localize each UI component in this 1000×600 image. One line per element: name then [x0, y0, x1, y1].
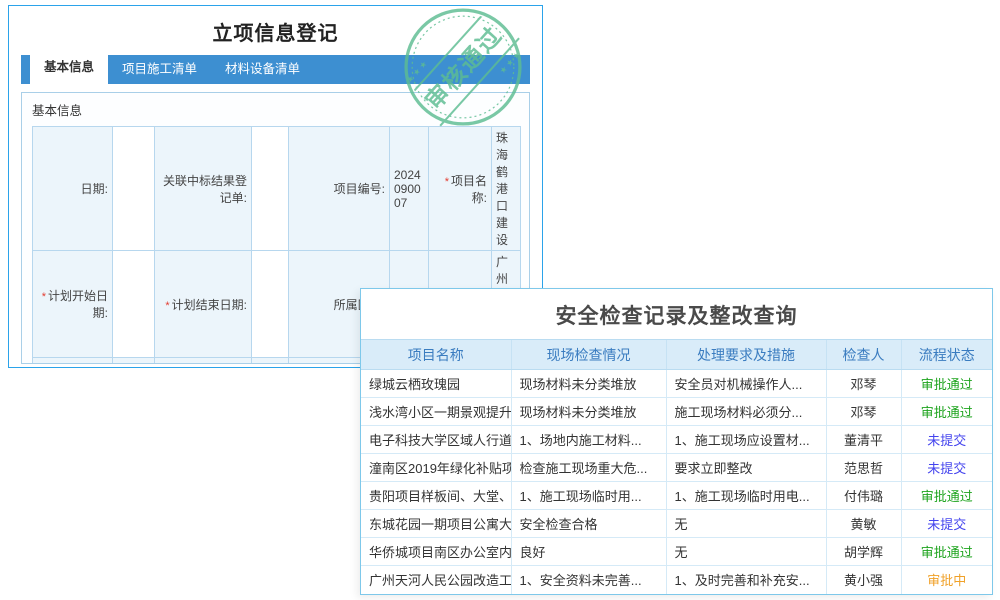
required-asterisk: * — [42, 291, 46, 303]
inspection-cell: 现场材料未分类堆放 — [511, 398, 666, 426]
table-row: 华侨城项目南区办公室内 良好 无 胡学辉 审批通过 — [361, 538, 992, 566]
required-asterisk: * — [165, 300, 169, 312]
safety-header-row: 项目名称 现场检查情况 处理要求及措施 检查人 流程状态 — [361, 340, 992, 370]
safety-status: 审批通过 — [901, 482, 992, 510]
registration-title: 立项信息登记 — [9, 17, 542, 46]
inspector-link[interactable]: 付伟璐 — [826, 482, 901, 510]
col-header-measures: 处理要求及措施 — [666, 340, 826, 370]
measures-cell: 1、施工现场临时用电... — [666, 482, 826, 510]
safety-status: 审批通过 — [901, 370, 992, 398]
measures-cell: 1、施工现场应设置材... — [666, 426, 826, 454]
field-label-quantity-estimate: *工程量估算: — [155, 358, 252, 365]
table-row: 浅水湾小区一期景观提升 现场材料未分类堆放 施工现场材料必须分... 邓琴 审批… — [361, 398, 992, 426]
field-label-plan-start: *计划开始日期: — [33, 251, 113, 358]
tab-basic-info[interactable]: 基本信息 — [30, 51, 108, 84]
field-value-quantity-estimate: 按蓝图结算 — [252, 358, 289, 365]
tab-construction-list[interactable]: 项目施工清单 — [108, 55, 211, 84]
page: { "registration_panel": { "title": "立项信息… — [0, 0, 1000, 600]
measures-cell: 要求立即整改 — [666, 454, 826, 482]
project-name-link[interactable]: 浅水湾小区一期景观提升 — [361, 398, 511, 426]
inspection-cell: 1、场地内施工材料... — [511, 426, 666, 454]
field-value-duration: 一年 — [113, 358, 155, 365]
inspection-cell: 现场材料未分类堆放 — [511, 370, 666, 398]
table-row: 贵阳项目样板间、大堂、 1、施工现场临时用... 1、施工现场临时用电... 付… — [361, 482, 992, 510]
project-name-link[interactable]: 绿城云栖玫瑰园 — [361, 370, 511, 398]
inspector-link[interactable]: 胡学辉 — [826, 538, 901, 566]
inspector-link[interactable]: 邓琴 — [826, 370, 901, 398]
measures-cell: 安全员对机械操作人... — [666, 370, 826, 398]
inspector-link[interactable]: 黄小强 — [826, 566, 901, 594]
inspector-link[interactable]: 董清平 — [826, 426, 901, 454]
project-name-link[interactable]: 电子科技大学区域人行道 — [361, 426, 511, 454]
field-label-project-name: *项目名称: — [429, 127, 492, 251]
inspector-link[interactable]: 范思哲 — [826, 454, 901, 482]
field-label-date: 日期: — [33, 127, 113, 251]
field-value-plan-end[interactable] — [252, 251, 289, 358]
safety-table: 项目名称 现场检查情况 处理要求及措施 检查人 流程状态 绿城云栖玫瑰园 现场材… — [361, 339, 992, 594]
inspection-cell: 安全检查合格 — [511, 510, 666, 538]
safety-status: 审批中 — [901, 566, 992, 594]
field-value-plan-start[interactable] — [113, 251, 155, 358]
field-value-project-name: 珠海鹤港口建设 — [492, 127, 521, 251]
col-header-status: 流程状态 — [901, 340, 992, 370]
table-row: 绿城云栖玫瑰园 现场材料未分类堆放 安全员对机械操作人... 邓琴 审批通过 — [361, 370, 992, 398]
inspection-cell: 1、施工现场临时用... — [511, 482, 666, 510]
project-name-link[interactable]: 华侨城项目南区办公室内 — [361, 538, 511, 566]
safety-status: 未提交 — [901, 510, 992, 538]
form-row: 日期: 关联中标结果登记单: 项目编号: 2024090007 *项目名称: 珠… — [33, 127, 521, 251]
table-row: 东城花园一期项目公寓大 安全检查合格 无 黄敏 未提交 — [361, 510, 992, 538]
col-header-project-name: 项目名称 — [361, 340, 511, 370]
safety-status: 未提交 — [901, 454, 992, 482]
inspection-cell: 1、安全资料未完善... — [511, 566, 666, 594]
measures-cell: 无 — [666, 510, 826, 538]
project-name-link[interactable]: 广州天河人民公园改造工 — [361, 566, 511, 594]
project-name-link[interactable]: 东城花园一期项目公寓大 — [361, 510, 511, 538]
field-label-bid-result: 关联中标结果登记单: — [155, 127, 252, 251]
field-value-date[interactable] — [113, 127, 155, 251]
tab-material-equipment-list[interactable]: 材料设备清单 — [211, 55, 314, 84]
col-header-inspection: 现场检查情况 — [511, 340, 666, 370]
project-name-link[interactable]: 贵阳项目样板间、大堂、 — [361, 482, 511, 510]
inspection-cell: 良好 — [511, 538, 666, 566]
field-label-plan-end: *计划结束日期: — [155, 251, 252, 358]
measures-cell: 1、及时完善和补充安... — [666, 566, 826, 594]
table-row: 潼南区2019年绿化补贴项 检查施工现场重大危... 要求立即整改 范思哲 未提… — [361, 454, 992, 482]
required-asterisk: * — [445, 176, 449, 188]
inspection-cell: 检查施工现场重大危... — [511, 454, 666, 482]
inspector-link[interactable]: 黄敏 — [826, 510, 901, 538]
tab-bar: 基本信息 项目施工清单 材料设备清单 — [21, 55, 530, 84]
measures-cell: 施工现场材料必须分... — [666, 398, 826, 426]
field-label-project-number: 项目编号: — [289, 127, 390, 251]
field-value-project-number: 2024090007 — [390, 127, 429, 251]
section-header: 基本信息 — [22, 93, 529, 124]
field-label-duration: *工程工期: — [33, 358, 113, 365]
field-value-bid-result[interactable] — [252, 127, 289, 251]
safety-status: 审批通过 — [901, 398, 992, 426]
table-row: 广州天河人民公园改造工 1、安全资料未完善... 1、及时完善和补充安... 黄… — [361, 566, 992, 594]
inspector-link[interactable]: 邓琴 — [826, 398, 901, 426]
safety-query-title: 安全检查记录及整改查询 — [361, 289, 992, 339]
safety-query-panel: 安全检查记录及整改查询 项目名称 现场检查情况 处理要求及措施 检查人 流程状态… — [360, 288, 993, 595]
col-header-inspector: 检查人 — [826, 340, 901, 370]
measures-cell: 无 — [666, 538, 826, 566]
project-name-link[interactable]: 潼南区2019年绿化补贴项 — [361, 454, 511, 482]
table-row: 电子科技大学区域人行道 1、场地内施工材料... 1、施工现场应设置材... 董… — [361, 426, 992, 454]
safety-status: 审批通过 — [901, 538, 992, 566]
safety-status: 未提交 — [901, 426, 992, 454]
